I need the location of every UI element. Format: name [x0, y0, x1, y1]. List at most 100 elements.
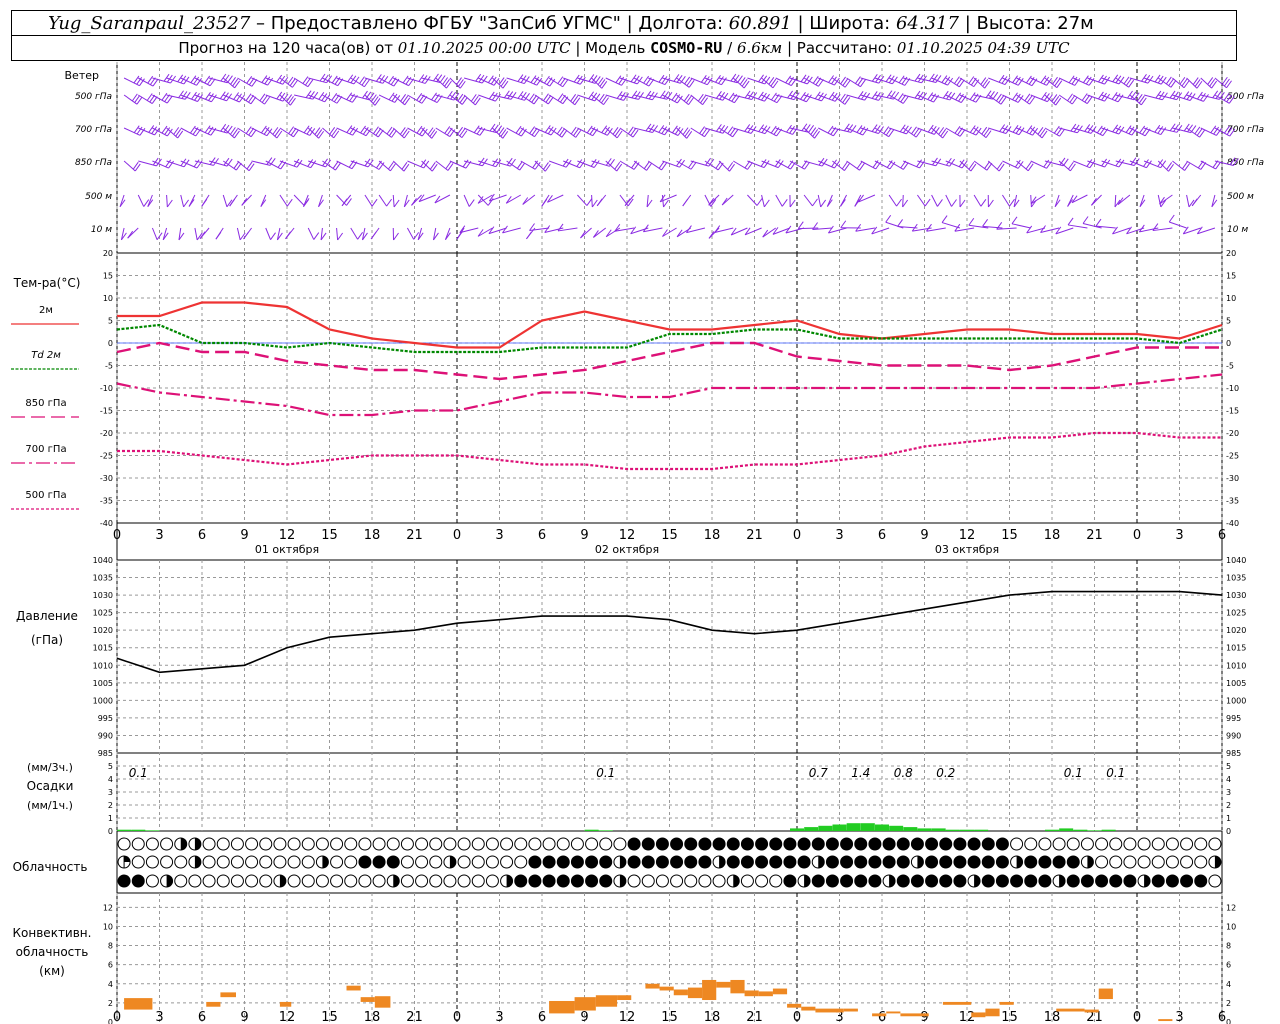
wind-barb [646, 194, 653, 208]
precip-bar [889, 825, 904, 831]
cloud-circle [471, 837, 485, 851]
wind-barb [839, 194, 848, 207]
cloud-circle [415, 837, 429, 851]
wind-barb [888, 124, 912, 135]
time-tick: 0 [113, 528, 121, 543]
wind-barb [478, 75, 500, 86]
cloud-circle [1109, 874, 1123, 888]
precip-bar [875, 824, 889, 831]
precip-ytick-left: 0 [108, 827, 113, 836]
barb-staff [336, 194, 347, 206]
temp-ytick-left: 10 [103, 294, 113, 303]
cloud-symbol [1024, 855, 1038, 869]
precip-ytick-right: 5 [1226, 762, 1231, 771]
barb-staff [222, 77, 236, 89]
cloud-circle [882, 855, 896, 869]
cloud-circle [301, 874, 315, 888]
wind-barb [520, 93, 540, 105]
barb-staff [945, 160, 963, 169]
barb-staff [973, 160, 988, 171]
wind-barb [855, 223, 875, 232]
wind-barb [1129, 73, 1154, 84]
wind-barb [1139, 194, 1146, 208]
wind-barb [775, 90, 800, 101]
cloud-symbol [131, 837, 145, 851]
pres-ytick-right: 1025 [1226, 609, 1246, 618]
barb-staff [662, 227, 677, 237]
wind-barb [120, 227, 127, 241]
wind-barb [421, 92, 443, 103]
cloud-circle [1038, 855, 1052, 869]
pres-ytick-right: 1005 [1226, 679, 1246, 688]
conv-bar [872, 1013, 887, 1017]
wind-barb [459, 225, 479, 234]
barb-feather [840, 199, 846, 207]
cloud-symbol [514, 855, 528, 869]
wind-barb [456, 227, 465, 240]
wind-barb [336, 227, 344, 241]
wind-barb [744, 227, 762, 236]
cloud-circle [627, 855, 641, 869]
wind-barb [633, 75, 655, 87]
cloud-symbol [1208, 874, 1222, 888]
wind-barb [152, 92, 173, 104]
wind-barb [407, 92, 428, 104]
wind-barb [208, 123, 233, 134]
wind-barb [166, 90, 191, 100]
temp-ytick-left: -15 [100, 407, 113, 416]
cloud-symbol [315, 874, 329, 888]
barb-staff [194, 94, 212, 103]
barb-feather [1082, 216, 1089, 224]
cloud-circle [273, 837, 287, 851]
cloud-symbol [740, 874, 754, 888]
cloud-symbol [556, 874, 570, 888]
cloud-symbol [670, 837, 684, 851]
wind-barb [1058, 75, 1081, 86]
precip-ytick-left: 3 [108, 788, 113, 797]
pres-ytick-right: 1015 [1226, 644, 1246, 653]
temp-ytick-right: -10 [1226, 384, 1239, 393]
cloud-symbol [627, 837, 641, 851]
cloud-circle [230, 874, 244, 888]
wind-barb [718, 92, 740, 104]
wind-barb [435, 160, 454, 171]
cloud-symbol [471, 837, 485, 851]
cloud-half [180, 838, 187, 850]
conv-bar [645, 983, 660, 989]
wind-barb [789, 194, 796, 208]
day-label: 02 октября [595, 543, 659, 556]
cloud-circle [202, 874, 216, 888]
conv-bar [659, 986, 674, 991]
cloud-symbol [131, 855, 145, 869]
temp-ytick-left: 5 [108, 317, 113, 326]
pres-ytick-left: 1010 [93, 661, 113, 670]
time-tick-bottom: 6 [878, 1010, 886, 1024]
wind-barb [721, 194, 734, 206]
barb-staff [1101, 160, 1120, 168]
cloud-circle [145, 855, 159, 869]
conv-bar [1098, 988, 1113, 1000]
precip-3h-value: 0.8 [894, 766, 913, 780]
wind-barb [127, 227, 139, 239]
wind-barb [463, 94, 481, 106]
time-tick: 0 [453, 528, 461, 543]
wind-barb [188, 194, 196, 207]
wind-barb [959, 125, 982, 136]
cloud-circle [755, 874, 769, 888]
barb-staff [1054, 194, 1060, 207]
barb-feather [968, 217, 975, 226]
barb-staff [180, 94, 198, 102]
cloud-circle [1180, 855, 1194, 869]
cloud-circle [500, 837, 514, 851]
cloud-symbol [599, 874, 613, 888]
time-tick: 6 [878, 528, 886, 543]
precip-bar [804, 827, 819, 831]
wind-barb [364, 194, 378, 207]
cloud-circle [358, 837, 372, 851]
barb-feather [885, 214, 892, 223]
wind-barb [215, 227, 224, 240]
cloud-circle [443, 874, 457, 888]
wind-barb [119, 194, 126, 208]
barb-staff [1157, 160, 1169, 172]
wind-barb [733, 90, 758, 100]
